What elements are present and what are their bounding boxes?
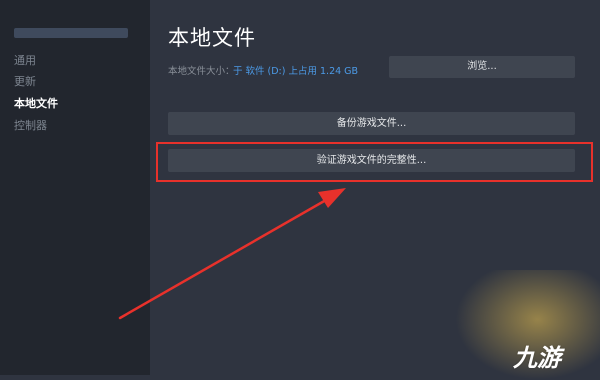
sidebar-item-general[interactable]: 通用 (14, 52, 36, 68)
watermark-text: 九游 (513, 344, 561, 372)
local-file-size-label: 本地文件大小： (168, 66, 235, 77)
local-file-size-value[interactable]: 于 软件 (D:) 上占用 1.24 GB (233, 63, 358, 77)
backup-game-files-button[interactable]: 备份游戏文件... (168, 112, 575, 135)
sidebar: 通用 更新 本地文件 控制器 (0, 0, 150, 375)
page-title: 本地文件 (168, 26, 256, 50)
browse-button[interactable]: 浏览... (389, 56, 575, 78)
sidebar-item-controller[interactable]: 控制器 (14, 117, 47, 133)
sidebar-item-local-files[interactable]: 本地文件 (14, 95, 58, 111)
game-title-redacted (14, 28, 128, 38)
local-files-panel: 本地文件 本地文件大小： 于 软件 (D:) 上占用 1.24 GB 浏览...… (150, 0, 600, 375)
verify-integrity-button[interactable]: 验证游戏文件的完整性... (168, 149, 575, 172)
sidebar-item-updates[interactable]: 更新 (14, 73, 36, 89)
watermark-logo: 九游 (513, 338, 561, 373)
